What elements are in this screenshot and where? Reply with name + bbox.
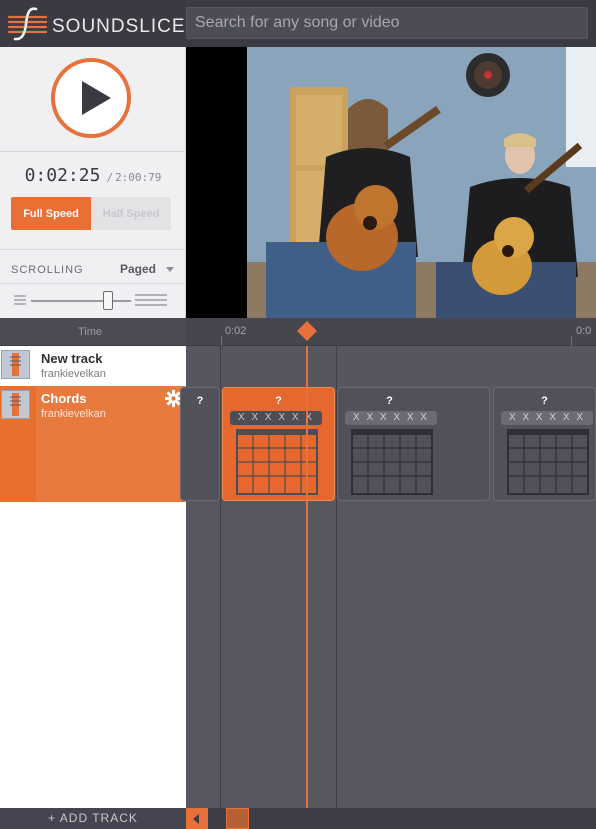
search-input[interactable] [187,8,587,38]
play-icon [82,81,111,115]
time-header-label: Time [78,326,103,338]
half-speed-button[interactable]: Half Speed [91,197,171,230]
chord-box-selected[interactable]: ? X X X X X X [222,387,335,501]
chord-strings: X X X X X X [345,411,437,425]
add-track-button[interactable]: + ADD TRACK [0,811,186,825]
new-track-row [186,346,596,386]
score-area[interactable]: ? ? X X X X X X ? X X X X X X ? X X X X … [180,346,596,808]
tick-mark [221,336,222,346]
search-box[interactable] [186,7,588,39]
time-header: Time [0,318,186,346]
video-frame [186,47,596,318]
track-name: New track [41,351,103,366]
speed-toggle: Full Speed Half Speed [11,197,171,230]
add-track-bar: + ADD TRACK [0,808,186,829]
timeline-ruler[interactable]: 0:02 0:0 [186,318,596,346]
chord-box[interactable]: ? [180,387,220,501]
chord-label: ? [386,395,393,407]
tick-mark [571,336,572,346]
soundslice-logo[interactable]: SOUNDSLICE [6,6,185,42]
video-player[interactable] [186,47,596,318]
zoom-out-icon[interactable] [14,294,26,306]
playhead-marker[interactable] [297,321,317,341]
play-area [0,47,186,152]
zoom-in-icon[interactable] [135,293,167,307]
play-button[interactable] [51,58,131,138]
chord-box[interactable]: ? X X X X X X [493,387,596,501]
soundslice-logo-icon [7,7,48,41]
track-list: New track frankievelkan Chords frankieve… [0,346,186,808]
measure-line [220,346,221,808]
total-time: 2:00:79 [115,171,162,184]
track-item-new-track[interactable]: New track frankievelkan [0,346,186,386]
full-speed-button[interactable]: Full Speed [11,197,91,230]
horizontal-scrollbar[interactable] [186,808,596,829]
chord-diagram [507,429,589,495]
chord-label: ? [275,395,282,407]
guitar-icon [1,390,30,419]
current-time: 0:02:25 [24,165,101,186]
track-owner: frankievelkan [41,368,106,380]
brand-name: SOUNDSLICE [52,16,186,37]
chord-strings: X X X X X X [230,411,322,425]
top-bar: SOUNDSLICE [0,0,596,47]
zoom-slider-thumb[interactable] [103,291,113,310]
chord-label: ? [196,395,204,407]
zoom-control [0,283,186,318]
zoom-slider-track[interactable] [31,300,131,302]
chord-diagram [351,429,433,495]
track-owner: frankievelkan [41,408,106,420]
playhead-line [306,346,308,808]
timeline-tick: 0:02 [225,325,247,337]
track-name: Chords [41,391,87,406]
player-controls: 0:02:25 /2:00:79 Full Speed Half Speed SC… [0,47,186,318]
track-item-chords[interactable]: Chords frankievelkan [0,386,186,502]
timeline-tick: 0:0 [576,325,592,337]
scroll-left-button[interactable] [186,808,208,829]
chord-label: ? [541,395,548,407]
scrolling-setting: SCROLLING Paged [0,249,186,283]
scrolling-label: SCROLLING [11,264,84,276]
chord-box[interactable]: ? X X X X X X [337,387,490,501]
guitar-icon [1,350,30,379]
chord-strings: X X X X X X [501,411,593,425]
scrolling-dropdown[interactable]: Paged [120,262,156,276]
time-display: 0:02:25 /2:00:79 [0,165,186,186]
chevron-down-icon[interactable] [166,267,174,272]
scrollbar-thumb[interactable] [226,808,249,829]
time-separator: / [106,171,114,184]
